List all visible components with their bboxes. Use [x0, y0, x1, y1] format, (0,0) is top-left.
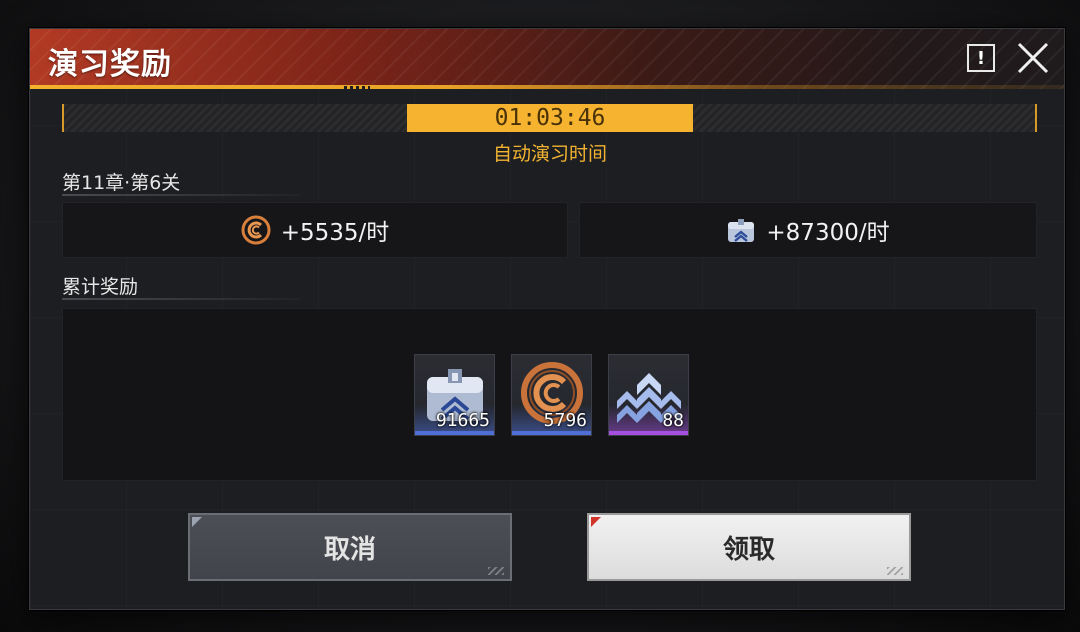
- stripe-mark: [488, 567, 504, 575]
- dialog-title: 演习奖励: [48, 47, 172, 82]
- accumulated-label-underline: [62, 298, 300, 300]
- accumulated-label: 累计奖励: [62, 276, 139, 298]
- corner-mark: [591, 517, 601, 527]
- cancel-button-label: 取消: [323, 534, 376, 565]
- chest-rate-panel: +87300/时: [579, 202, 1037, 258]
- reward-item-coin[interactable]: 5796: [511, 354, 592, 436]
- reward-item-supply-chest[interactable]: 91665: [414, 354, 495, 436]
- dialog-header: [30, 29, 1064, 89]
- coin-rate-panel: +5535/时: [62, 202, 568, 258]
- close-button[interactable]: [1015, 40, 1051, 76]
- claim-button-label: 领取: [722, 534, 775, 565]
- item-rarity-bar: [609, 431, 688, 435]
- item-rarity-bar: [512, 431, 591, 435]
- claim-button[interactable]: 领取: [587, 513, 911, 581]
- info-button[interactable]: !: [967, 44, 995, 72]
- close-icon: [1017, 42, 1049, 74]
- item-count: 5796: [543, 410, 587, 431]
- coin-icon: [241, 215, 271, 245]
- item-count: 91665: [435, 410, 490, 431]
- header-accent-line: [30, 85, 1064, 89]
- chest-rate-text: +87300/时: [766, 220, 890, 246]
- exclamation-icon: !: [976, 47, 986, 69]
- stage-label: 第11章·第6关: [62, 172, 181, 194]
- cancel-button[interactable]: 取消: [188, 513, 512, 581]
- item-count: 88: [662, 410, 684, 431]
- stripe-mark: [887, 567, 903, 575]
- auto-exercise-timer: 01:03:46: [407, 104, 693, 132]
- exercise-reward-dialog: 演习奖励 ! 01:03:46 自动演习时间 第11章·第6关 +5535/时 …: [29, 28, 1065, 610]
- supply-chest-icon: [728, 219, 755, 242]
- stage-label-underline: [62, 194, 300, 196]
- reward-item-rank-exp[interactable]: 88: [608, 354, 689, 436]
- corner-mark: [192, 517, 202, 527]
- timer-label: 自动演习时间: [492, 143, 607, 165]
- coin-rate-text: +5535/时: [280, 220, 390, 246]
- header-tick-marks: [344, 86, 370, 89]
- item-rarity-bar: [415, 431, 494, 435]
